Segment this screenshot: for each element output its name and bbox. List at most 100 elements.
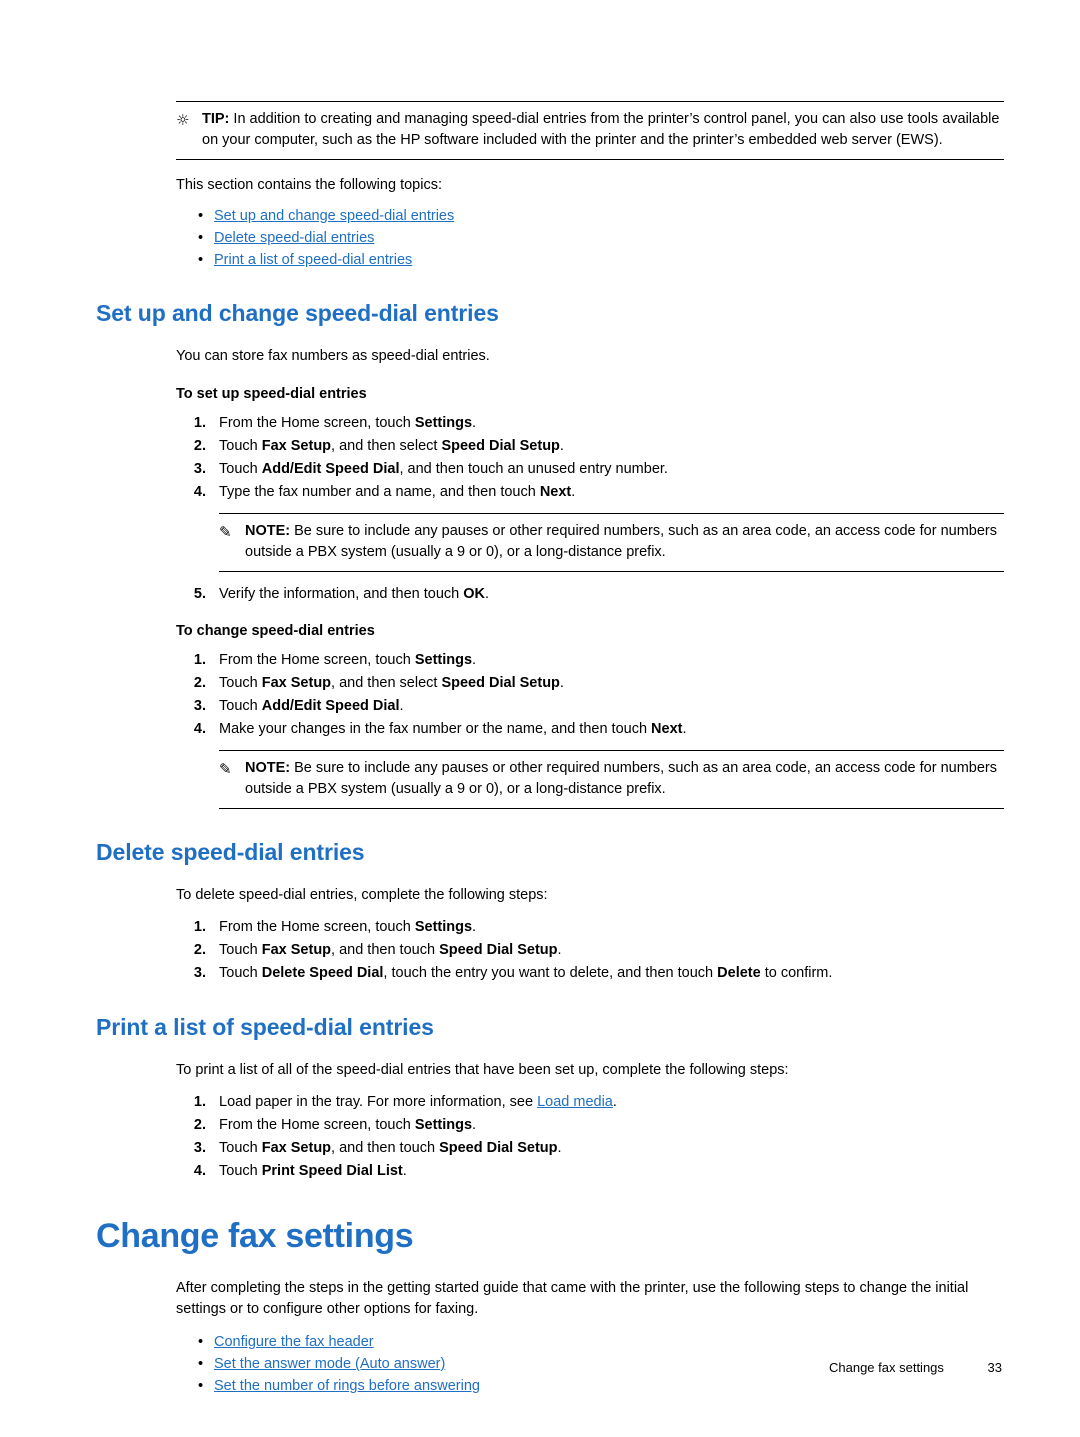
list-item[interactable]: • Set up and change speed-dial entries: [176, 205, 1004, 227]
step-item: 3. Touch Add/Edit Speed Dial, and then t…: [176, 458, 1004, 480]
step-item: 1. From the Home screen, touch Settings.: [176, 649, 1004, 671]
steps-delete: 1. From the Home screen, touch Settings.…: [176, 916, 1004, 984]
step-item: 1. Load paper in the tray. For more info…: [176, 1091, 1004, 1113]
topic-link-rings[interactable]: Set the number of rings before answering: [214, 1378, 480, 1394]
step-number: 4.: [193, 721, 206, 737]
step-number: 1.: [193, 652, 206, 668]
step-number: 2.: [193, 1117, 206, 1133]
step-item: 4. Make your changes in the fax number o…: [176, 718, 1004, 740]
step-number: 3.: [193, 461, 206, 477]
step-text: Touch Add/Edit Speed Dial, and then touc…: [219, 461, 668, 477]
note-icon: ✎: [219, 761, 232, 778]
step-number: 2.: [193, 675, 206, 691]
note-label: NOTE:: [245, 760, 291, 776]
heading-delete-entries: Delete speed-dial entries: [96, 839, 365, 865]
steps-print: 1. Load paper in the tray. For more info…: [176, 1091, 1004, 1182]
bullet-icon: •: [198, 1378, 204, 1394]
page-content: ☼ TIP: In addition to creating and manag…: [96, 0, 1004, 1397]
step-number: 4.: [193, 484, 206, 500]
bullet-icon: •: [198, 252, 204, 268]
note-text-wrap: NOTE: Be sure to include any pauses or o…: [245, 521, 1004, 563]
step-item: 3. Touch Delete Speed Dial, touch the en…: [176, 962, 1004, 984]
note-text: Be sure to include any pauses or other r…: [245, 760, 997, 797]
section2-intro: To delete speed-dial entries, complete t…: [176, 887, 548, 903]
step-text: Touch Fax Setup, and then touch Speed Di…: [219, 942, 562, 958]
step-text: From the Home screen, touch Settings.: [219, 919, 477, 935]
step-text: Load paper in the tray. For more informa…: [219, 1094, 617, 1110]
step-item: 5. Verify the information, and then touc…: [176, 583, 1004, 605]
note-callout-1: ✎ NOTE: Be sure to include any pauses or…: [219, 513, 1004, 572]
document-page: ☼ TIP: In addition to creating and manag…: [0, 0, 1080, 1437]
bullet-icon: •: [198, 230, 204, 246]
tip-label: TIP:: [202, 111, 230, 127]
section-intro: This section contains the following topi…: [176, 177, 442, 193]
topic-link-print[interactable]: Print a list of speed-dial entries: [214, 252, 412, 268]
step-number: 1.: [193, 919, 206, 935]
subheading-to-change: To change speed-dial entries: [176, 623, 375, 639]
note-label: NOTE:: [245, 523, 291, 539]
bullet-icon: •: [198, 1356, 204, 1372]
steps-set-up: 1. From the Home screen, touch Settings.…: [176, 412, 1004, 503]
chapter-intro: After completing the steps in the gettin…: [176, 1280, 969, 1317]
topic-link-fax-header[interactable]: Configure the fax header: [214, 1334, 374, 1350]
step-item: 3. Touch Fax Setup, and then touch Speed…: [176, 1137, 1004, 1159]
step-text: Touch Fax Setup, and then select Speed D…: [219, 675, 564, 691]
lightbulb-icon: ☼: [176, 111, 190, 129]
step-number: 3.: [193, 1140, 206, 1156]
topic-link-setup[interactable]: Set up and change speed-dial entries: [214, 208, 454, 224]
note-icon: ✎: [219, 524, 232, 541]
step-number: 3.: [193, 698, 206, 714]
step-item: 4. Touch Print Speed Dial List.: [176, 1160, 1004, 1182]
step-number: 2.: [193, 438, 206, 454]
heading-set-up-change: Set up and change speed-dial entries: [96, 300, 499, 326]
footer-title: Change fax settings: [829, 1360, 944, 1375]
step-item: 2. From the Home screen, touch Settings.: [176, 1114, 1004, 1136]
step-item: 2. Touch Fax Setup, and then select Spee…: [176, 672, 1004, 694]
step-text: Touch Add/Edit Speed Dial.: [219, 698, 404, 714]
step-number: 3.: [193, 965, 206, 981]
section1-intro: You can store fax numbers as speed-dial …: [176, 348, 490, 364]
step-number: 2.: [193, 942, 206, 958]
load-media-link[interactable]: Load media: [537, 1094, 613, 1110]
step-item: 4. Type the fax number and a name, and t…: [176, 481, 1004, 503]
heading-print-list: Print a list of speed-dial entries: [96, 1014, 434, 1040]
step-item: 1. From the Home screen, touch Settings.: [176, 916, 1004, 938]
bullet-icon: •: [198, 1334, 204, 1350]
page-number: 33: [987, 1360, 1002, 1375]
step-text: Touch Print Speed Dial List.: [219, 1163, 407, 1179]
note-text-wrap: NOTE: Be sure to include any pauses or o…: [245, 758, 1004, 800]
step-number: 4.: [193, 1163, 206, 1179]
subheading-to-set-up: To set up speed-dial entries: [176, 386, 367, 402]
tip-text: In addition to creating and managing spe…: [202, 111, 1000, 148]
step-item: 3. Touch Add/Edit Speed Dial.: [176, 695, 1004, 717]
section3-intro: To print a list of all of the speed-dial…: [176, 1062, 789, 1078]
page-footer: Change fax settings 33: [829, 1360, 1002, 1375]
step-text: Verify the information, and then touch O…: [219, 586, 490, 602]
list-item[interactable]: • Set the number of rings before answeri…: [176, 1375, 1004, 1397]
step-number: 5.: [193, 586, 206, 602]
list-item[interactable]: • Delete speed-dial entries: [176, 227, 1004, 249]
step-text: Touch Fax Setup, and then select Speed D…: [219, 438, 564, 454]
topic-link-delete[interactable]: Delete speed-dial entries: [214, 230, 374, 246]
list-item[interactable]: • Print a list of speed-dial entries: [176, 249, 1004, 271]
chapter-title: Change fax settings: [96, 1217, 414, 1255]
step-text: Touch Fax Setup, and then touch Speed Di…: [219, 1140, 562, 1156]
step-item: 2. Touch Fax Setup, and then touch Speed…: [176, 939, 1004, 961]
step-number: 1.: [193, 415, 206, 431]
topic-link-answer-mode[interactable]: Set the answer mode (Auto answer): [214, 1356, 445, 1372]
note-text: Be sure to include any pauses or other r…: [245, 523, 997, 560]
step-text: From the Home screen, touch Settings.: [219, 415, 477, 431]
tip-callout: ☼ TIP: In addition to creating and manag…: [176, 101, 1004, 160]
step-text: Make your changes in the fax number or t…: [219, 721, 687, 737]
step-text: Type the fax number and a name, and then…: [219, 484, 576, 500]
step-text: Touch Delete Speed Dial, touch the entry…: [219, 965, 833, 981]
topics-list: • Set up and change speed-dial entries •…: [176, 205, 1004, 271]
bullet-icon: •: [198, 208, 204, 224]
step-number: 1.: [193, 1094, 206, 1110]
step-item: 2. Touch Fax Setup, and then select Spee…: [176, 435, 1004, 457]
steps-change: 1. From the Home screen, touch Settings.…: [176, 649, 1004, 740]
step-text: From the Home screen, touch Settings.: [219, 1117, 477, 1133]
step-text: From the Home screen, touch Settings.: [219, 652, 477, 668]
note-callout-2: ✎ NOTE: Be sure to include any pauses or…: [219, 750, 1004, 809]
list-item[interactable]: • Configure the fax header: [176, 1331, 1004, 1353]
